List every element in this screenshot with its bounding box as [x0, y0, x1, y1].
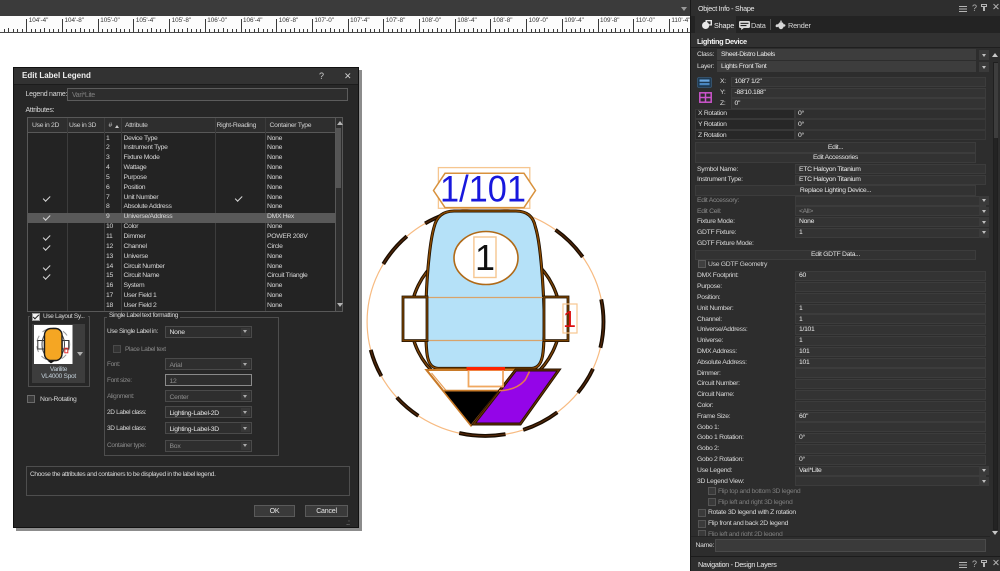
- svg-text:1: 1: [563, 306, 576, 332]
- svg-text:1: 1: [475, 237, 495, 278]
- svg-text:1/101: 1/101: [440, 169, 526, 210]
